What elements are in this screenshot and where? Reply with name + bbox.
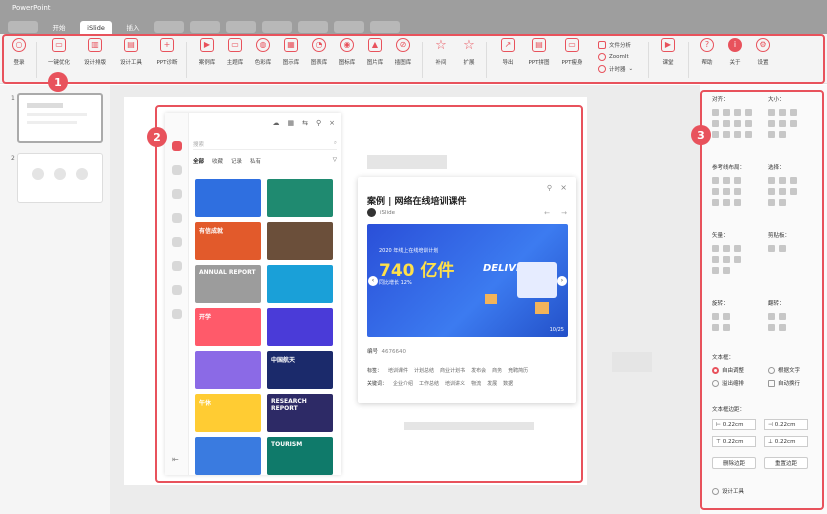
thumb-circle — [32, 168, 44, 180]
callout-badge-1: 1 — [48, 72, 68, 92]
tab-blank-5[interactable] — [298, 21, 328, 33]
tab-blank-3[interactable] — [226, 21, 256, 33]
highlight-panel — [155, 105, 583, 483]
thumb-line — [27, 113, 87, 116]
thumb-circle — [76, 168, 88, 180]
tab-islide[interactable]: iSlide — [80, 21, 112, 35]
thumb-line — [27, 121, 77, 124]
highlight-ribbon — [2, 34, 825, 84]
tab-insert[interactable]: 插入 — [118, 21, 148, 33]
placeholder-block — [612, 352, 652, 372]
ribbon-tabs: 开始 iSlide 插入 — [8, 19, 400, 35]
thumb-circle — [54, 168, 66, 180]
thumb-line — [27, 103, 63, 108]
tab-blank-6[interactable] — [334, 21, 364, 33]
callout-badge-2: 2 — [147, 127, 167, 147]
tab-blank-1[interactable] — [154, 21, 184, 33]
title-bar: PowerPoint 开始 iSlide 插入 — [0, 0, 827, 35]
callout-badge-3: 3 — [691, 125, 711, 145]
tab-blank-2[interactable] — [190, 21, 220, 33]
slide-thumbnail[interactable] — [17, 153, 103, 203]
slide-number: 2 — [11, 155, 15, 162]
app-title: PowerPoint — [12, 4, 51, 12]
slide-thumbnails-pane: 1 2 — [0, 85, 110, 514]
slide-thumbnail[interactable] — [17, 93, 103, 143]
tab-home[interactable]: 开始 — [44, 21, 74, 33]
tab-blank-4[interactable] — [262, 21, 292, 33]
highlight-tools — [700, 90, 824, 510]
slide-number: 1 — [11, 95, 15, 102]
tab-blank-7[interactable] — [370, 21, 400, 33]
tab-file[interactable] — [8, 21, 38, 33]
